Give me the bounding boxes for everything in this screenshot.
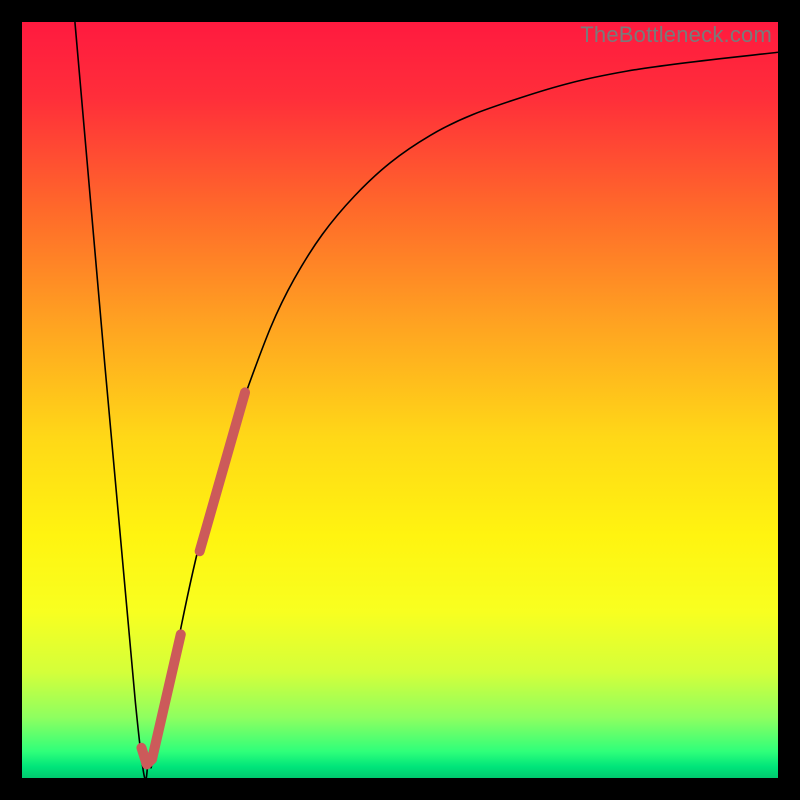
plot-area: TheBottleneck.com — [22, 22, 778, 778]
gradient-background — [22, 22, 778, 778]
watermark-text: TheBottleneck.com — [580, 22, 772, 48]
chart-svg — [22, 22, 778, 778]
chart-frame: TheBottleneck.com — [0, 0, 800, 800]
